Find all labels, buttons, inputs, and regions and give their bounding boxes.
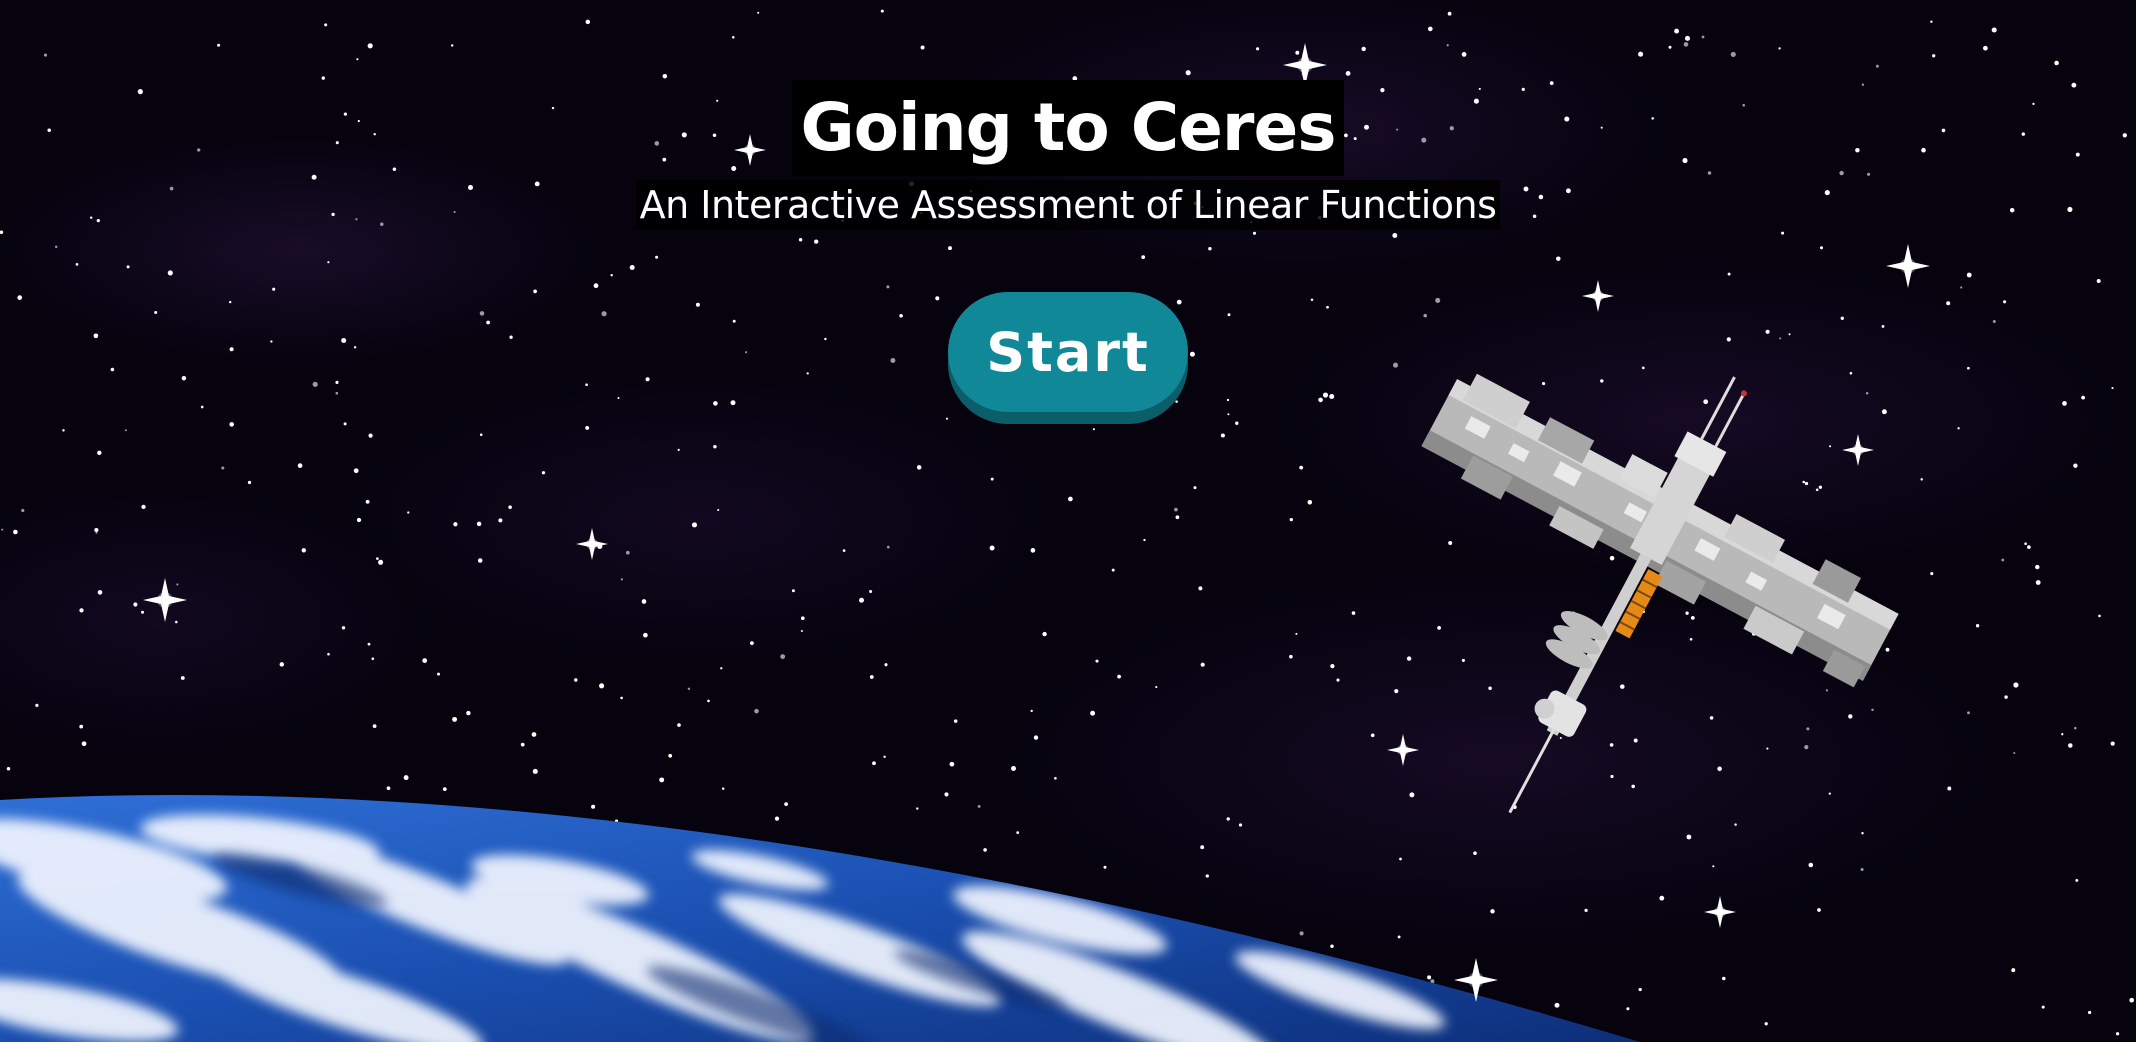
sparkle-star <box>1704 896 1736 928</box>
sparkle-star <box>1387 734 1419 766</box>
page-subtitle: An Interactive Assessment of Linear Func… <box>635 180 1501 230</box>
space-scene-background: Going to Ceres An Interactive Assessment… <box>0 0 2136 1042</box>
sparkle-star <box>143 578 187 622</box>
start-button[interactable]: Start <box>948 292 1188 412</box>
sparkle-star <box>576 528 608 560</box>
page-title: Going to Ceres <box>792 80 1344 176</box>
sparkle-star <box>1842 434 1874 466</box>
title-group: Going to Ceres An Interactive Assessment… <box>0 80 2136 230</box>
sparkle-star <box>1886 244 1930 288</box>
sparkle-star <box>1582 280 1614 312</box>
sparkle-star <box>1454 958 1498 1002</box>
